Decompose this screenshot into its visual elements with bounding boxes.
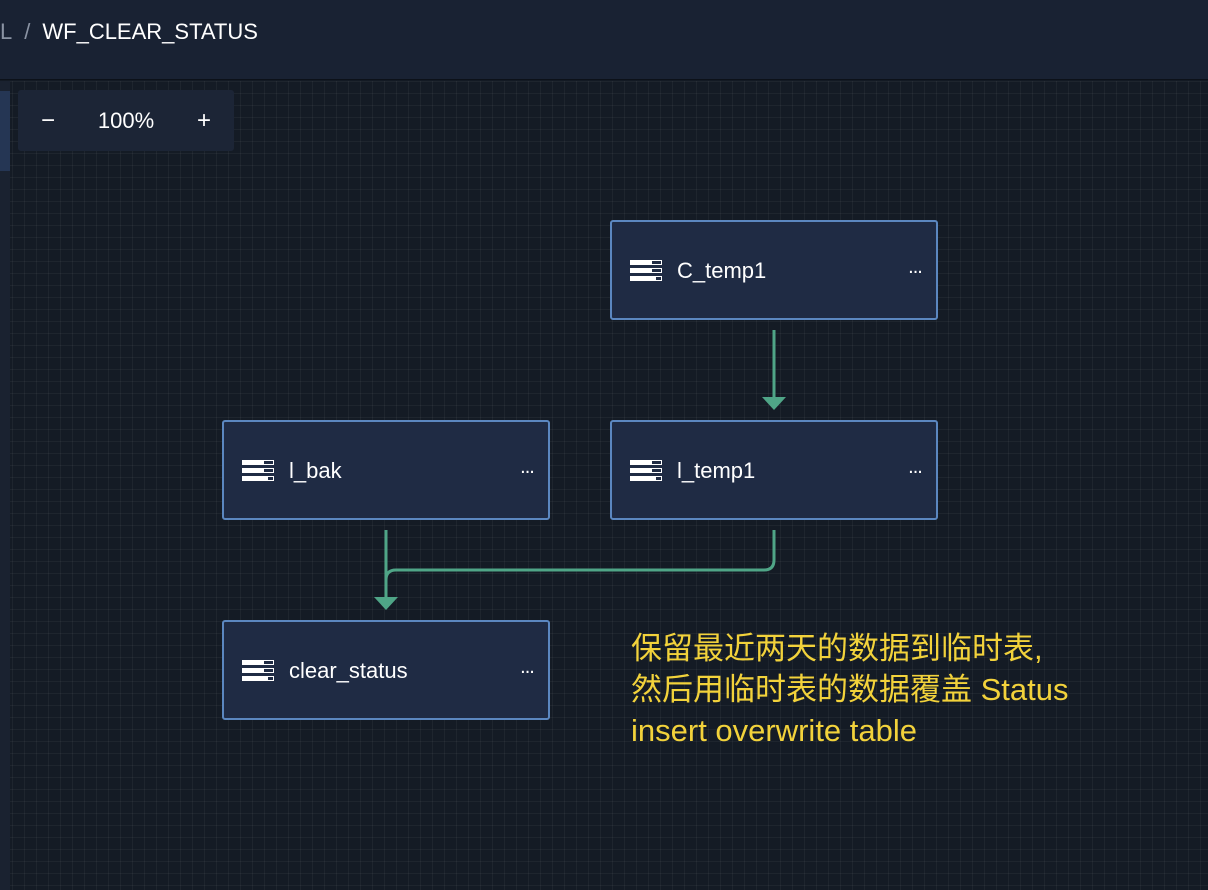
node-more-button[interactable]: ... — [516, 656, 538, 678]
edge-ltemp1-to-clearstatus — [384, 530, 776, 581]
node-more-button[interactable]: ... — [516, 456, 538, 478]
node-clear-status[interactable]: clear_status ... — [222, 620, 550, 720]
arrow-head — [374, 597, 398, 610]
annotation-line: insert overwrite table — [631, 713, 918, 748]
node-label: l_bak — [289, 458, 342, 483]
arrow-head — [762, 397, 786, 410]
table-icon — [630, 260, 662, 281]
edge-ctemp1-to-ltemp1 — [762, 330, 786, 410]
table-icon — [242, 660, 274, 681]
node-more-button[interactable]: ... — [904, 256, 926, 278]
node-label: l_temp1 — [677, 458, 756, 483]
table-icon — [630, 460, 662, 481]
node-label: C_temp1 — [677, 258, 767, 283]
node-c-temp1[interactable]: C_temp1 ... — [610, 220, 938, 320]
node-l-bak[interactable]: l_bak ... — [222, 420, 550, 520]
node-more-button[interactable]: ... — [904, 456, 926, 478]
workflow-edges — [374, 330, 786, 610]
annotation-line: 然后用临时表的数据覆盖 Status — [631, 672, 1069, 707]
annotation-line: 保留最近两天的数据到临时表, — [631, 631, 1043, 666]
canvas-annotation[interactable]: 保留最近两天的数据到临时表, 然后用临时表的数据覆盖 Status insert… — [631, 628, 1201, 751]
node-l-temp1[interactable]: l_temp1 ... — [610, 420, 938, 520]
table-icon — [242, 460, 274, 481]
node-label: clear_status — [289, 658, 408, 683]
